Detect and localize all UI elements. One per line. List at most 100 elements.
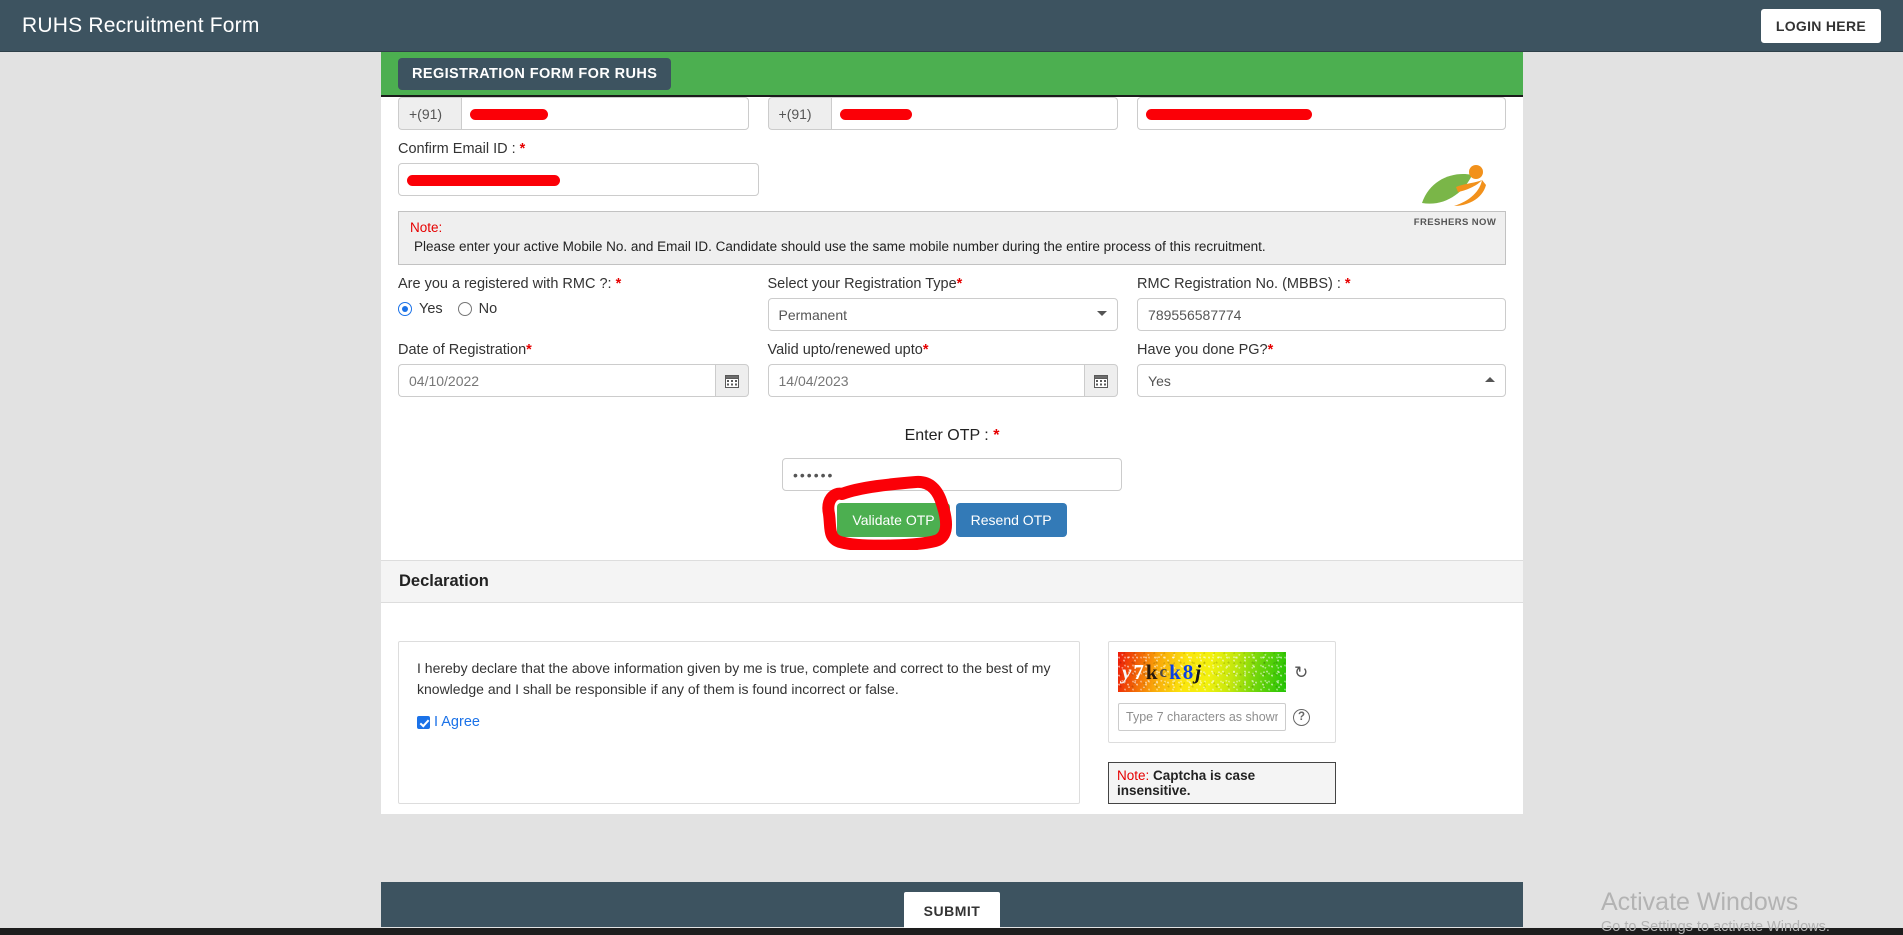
alt-mobile-input[interactable]: [830, 97, 1119, 130]
email-input[interactable]: [1137, 97, 1506, 130]
captcha-section: y 7 k c k 8 j ↻ Type 7 characters as sho…: [1108, 641, 1336, 804]
captcha-char: y: [1122, 659, 1132, 684]
rmc-number-input[interactable]: [1137, 298, 1506, 331]
app-title: RUHS Recruitment Form: [22, 13, 260, 37]
captcha-note-label: Note:: [1117, 768, 1150, 783]
agree-checkbox[interactable]: [417, 715, 430, 729]
radio-yes[interactable]: [398, 302, 412, 316]
note-text: Please enter your active Mobile No. and …: [414, 239, 1266, 254]
validate-otp-button[interactable]: Validate OTP: [837, 503, 950, 537]
redaction-bar: [407, 175, 560, 186]
dates-row: Date of Registration* 04/10/2022 Valid u…: [398, 331, 1506, 397]
alt-mobile-country-prefix: +(91): [767, 97, 831, 130]
page-body: REGISTRATION FORM FOR RUHS FRESHERS NOW …: [0, 52, 1903, 935]
captcha-panel: y 7 k c k 8 j ↻ Type 7 characters as sho…: [1108, 641, 1336, 743]
valid-upto-input[interactable]: 14/04/2023: [767, 364, 1085, 397]
registration-type-group: Select your Registration Type* Permanent: [767, 265, 1138, 331]
calendar-icon-button[interactable]: [1084, 364, 1119, 397]
captcha-char: k: [1145, 659, 1158, 684]
calendar-icon-button[interactable]: [714, 364, 749, 397]
otp-buttons: Validate OTP Resend OTP: [398, 503, 1506, 537]
watermark-title: Activate Windows: [1601, 888, 1799, 916]
freshers-now-logo: FRESHERS NOW: [1407, 163, 1503, 228]
freshers-now-logo-icon: [1422, 165, 1486, 206]
chevron-down-icon: [1097, 311, 1108, 316]
confirm-email-label: Confirm Email ID : *: [398, 141, 526, 157]
alt-mobile-field-group: +(91): [767, 97, 1138, 130]
required-asterisk: *: [519, 141, 526, 157]
logo-caption: FRESHERS NOW: [1413, 217, 1497, 228]
required-asterisk: *: [993, 427, 1000, 444]
captcha-char: k: [1169, 659, 1181, 684]
note-title: Note:: [410, 220, 443, 235]
captcha-input[interactable]: [1118, 703, 1286, 731]
date-of-registration-input[interactable]: 04/10/2022: [398, 364, 715, 397]
email-field-group: [1137, 97, 1506, 130]
agree-label: I Agree: [434, 714, 480, 730]
registration-type-select[interactable]: Permanent: [767, 298, 1119, 331]
mobile-input[interactable]: [461, 97, 749, 130]
resend-otp-button[interactable]: Resend OTP: [955, 503, 1067, 537]
submit-bar: SUBMIT: [381, 882, 1523, 930]
top-navbar: RUHS Recruitment Form LOGIN HERE: [0, 0, 1903, 52]
pg-label: Have you done PG?*: [1137, 342, 1274, 358]
registration-form-card: REGISTRATION FORM FOR RUHS FRESHERS NOW …: [381, 52, 1523, 814]
pg-select[interactable]: Yes: [1137, 364, 1506, 397]
confirm-email-input[interactable]: [398, 163, 759, 196]
rmc-number-label: RMC Registration No. (MBBS) : *: [1137, 276, 1351, 292]
radio-yes-label: Yes: [419, 301, 443, 317]
form-header-badge: REGISTRATION FORM FOR RUHS: [398, 57, 672, 90]
declaration-text-panel: I hereby declare that the above informat…: [398, 641, 1080, 804]
calendar-icon: [724, 374, 739, 388]
contact-row: +(91) +(91): [398, 97, 1506, 130]
chevron-up-icon: [1485, 377, 1495, 382]
radio-no-label: No: [478, 301, 498, 317]
redaction-bar: [839, 109, 912, 120]
mobile-field-group: +(91): [398, 97, 768, 130]
date-of-registration-label: Date of Registration*: [398, 342, 532, 358]
submit-button[interactable]: SUBMIT: [903, 891, 1001, 930]
required-asterisk: *: [1267, 342, 1274, 358]
required-asterisk: *: [526, 342, 532, 358]
rmc-radio-group: Yes No: [398, 301, 749, 317]
captcha-image-row: y 7 k c k 8 j ↻: [1118, 652, 1326, 692]
required-asterisk: *: [1344, 276, 1351, 292]
redaction-bar: [470, 109, 548, 120]
valid-upto-group: Valid upto/renewed upto* 14/04/2023: [767, 331, 1138, 397]
pg-group: Have you done PG?* Yes: [1137, 331, 1506, 397]
declaration-title: Declaration: [399, 572, 489, 590]
captcha-char: c: [1159, 662, 1168, 681]
declaration-body: I hereby declare that the above informat…: [398, 603, 1506, 804]
mobile-country-prefix: +(91): [398, 97, 461, 130]
registration-type-label: Select your Registration Type*: [767, 276, 963, 292]
required-asterisk: *: [615, 276, 622, 292]
required-asterisk: *: [922, 342, 929, 358]
login-here-button[interactable]: LOGIN HERE: [1760, 8, 1881, 43]
captcha-char: 8: [1182, 659, 1194, 684]
captcha-characters: y 7 k c k 8 j: [1118, 652, 1286, 692]
form-header-bar: REGISTRATION FORM FOR RUHS: [381, 52, 1523, 97]
otp-label: Enter OTP : *: [904, 427, 1000, 444]
form-body: FRESHERS NOW +(91) +(91) Confirm Email I…: [381, 97, 1523, 814]
captcha-image: y 7 k c k 8 j: [1118, 652, 1286, 692]
redaction-bar: [1146, 109, 1313, 120]
captcha-char: 7: [1133, 659, 1144, 684]
agree-row[interactable]: I Agree: [417, 714, 1061, 730]
captcha-refresh-icon[interactable]: ↻: [1294, 664, 1308, 681]
rmc-row: Are you a registered with RMC ?: * Yes N…: [398, 265, 1506, 331]
otp-section: Enter OTP : * Validate OTP Resend OTP: [398, 427, 1506, 550]
confirm-email-field-group: Confirm Email ID : *: [398, 130, 778, 196]
radio-no[interactable]: [457, 302, 472, 316]
confirm-email-row: Confirm Email ID : *: [398, 130, 1506, 196]
date-of-registration-group: Date of Registration* 04/10/2022: [398, 331, 768, 397]
otp-input[interactable]: [782, 458, 1122, 491]
rmc-number-group: RMC Registration No. (MBBS) : *: [1137, 265, 1506, 331]
help-icon[interactable]: ?: [1293, 708, 1310, 726]
declaration-header: Declaration: [381, 560, 1523, 603]
rmc-registered-label: Are you a registered with RMC ?: *: [398, 276, 622, 292]
declaration-text: I hereby declare that the above informat…: [417, 660, 1051, 697]
valid-upto-label: Valid upto/renewed upto*: [767, 342, 929, 358]
rmc-registered-group: Are you a registered with RMC ?: * Yes N…: [398, 265, 768, 331]
captcha-input-row: ?: [1118, 703, 1326, 731]
watermark-subtitle: Go to Settings to activate Windows.: [1601, 918, 1830, 935]
